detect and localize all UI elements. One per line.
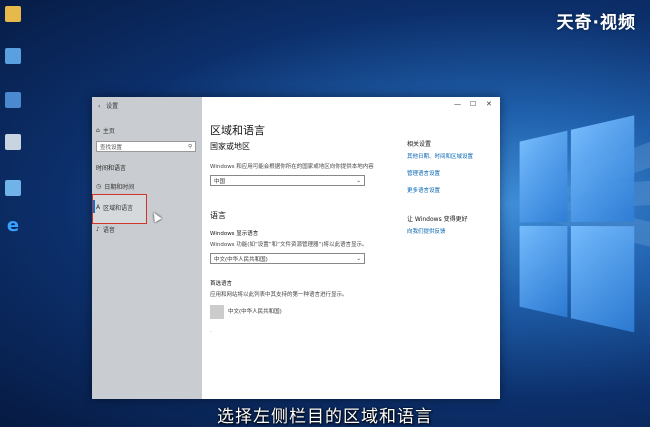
search-input[interactable]: 查找设置 ⚲: [96, 141, 196, 152]
language-list-item[interactable]: 中文(中华人民共和国): [228, 307, 282, 315]
watermark: 天奇·视频: [556, 13, 636, 33]
related-link[interactable]: 更多语言设置: [407, 186, 440, 194]
app-title: 设置: [106, 103, 119, 110]
related-link[interactable]: 管理语言设置: [407, 169, 440, 177]
subtitle-caption: 选择左侧栏目的区域和语言: [217, 407, 433, 427]
chevron-down-icon: ⌄: [356, 177, 361, 184]
home-icon: ⌂: [96, 127, 100, 134]
sidebar-item-label: 日期和时间: [104, 184, 135, 191]
language-heading: 语言: [210, 211, 226, 220]
sidebar-item-region-language[interactable]: A 区域和语言: [96, 203, 133, 212]
desktop-icon[interactable]: [2, 48, 24, 66]
search-icon: ⚲: [187, 143, 192, 150]
related-link[interactable]: 其他日期、时间和区域设置: [407, 152, 473, 160]
sidebar-item-label: 语音: [102, 227, 115, 234]
back-arrow-icon[interactable]: ‹: [98, 103, 100, 110]
desktop-icon[interactable]: [2, 6, 24, 24]
sidebar-item-speech[interactable]: ♪ 语音: [96, 225, 115, 234]
computer-icon: [5, 48, 21, 64]
main-content: — ☐ ✕ 区域和语言 国家或地区 Windows 和应用可能会根据你所在的国家…: [202, 97, 500, 399]
display-language-dropdown[interactable]: 中文(中华人民共和国) ⌄: [210, 253, 365, 264]
microphone-icon: ♪: [96, 226, 100, 233]
clock-icon: ◷: [96, 183, 102, 190]
sidebar-item-home[interactable]: ⌂ 主页: [96, 126, 115, 135]
chevron-down-icon: ⌄: [356, 255, 361, 262]
close-button[interactable]: ✕: [486, 100, 492, 108]
help-heading: 让 Windows 变得更好: [407, 216, 468, 223]
desktop-icon[interactable]: [2, 134, 24, 152]
display-language-value: 中文(中华人民共和国): [214, 256, 268, 263]
display-language-label: Windows 显示语言: [210, 231, 259, 237]
desktop-icon[interactable]: [2, 180, 24, 198]
search-placeholder: 查找设置: [100, 144, 123, 151]
sidebar-item-date-time[interactable]: ◷ 日期和时间: [96, 182, 134, 191]
ie-icon: e: [6, 215, 20, 236]
maximize-button[interactable]: ☐: [470, 100, 476, 108]
desktop-icon[interactable]: [2, 92, 24, 110]
feedback-link[interactable]: 向我们提供反馈: [407, 227, 446, 235]
country-description: Windows 和应用可能会根据你所在的国家或地区向你提供本地内容: [210, 164, 374, 170]
settings-window: ‹ 主页 设置 ⌂ 主页 查找设置 ⚲ 时间和语言 ◷ 日期和时间 A 区域和语…: [92, 97, 500, 399]
country-value: 中国: [214, 178, 226, 185]
windows-logo: [519, 115, 637, 336]
related-settings-heading: 相关设置: [407, 141, 432, 148]
country-dropdown[interactable]: 中国 ⌄: [210, 175, 365, 186]
sidebar-section-title: 时间和语言: [96, 165, 127, 172]
network-icon: [5, 92, 21, 108]
preferred-language-label: 首选语言: [210, 281, 233, 287]
sidebar-item-label: 区域和语言: [103, 205, 134, 212]
desktop-icon[interactable]: e: [2, 215, 24, 236]
page-title: 区域和语言: [210, 124, 265, 137]
recycle-bin-icon: [5, 134, 21, 150]
selection-indicator: [93, 200, 95, 213]
sidebar-item-label: 主页: [102, 128, 115, 135]
language-tile-icon: [210, 305, 224, 319]
preferred-language-description: 应用和网站将以此列表中其支持的第一种语言进行显示。: [210, 292, 348, 298]
country-heading: 国家或地区: [210, 142, 250, 151]
display-language-description: Windows 功能(如“设置”和“文件资源管理器”)将以此语言显示。: [210, 242, 368, 248]
user-folder-icon: [5, 6, 21, 22]
more-icon[interactable]: ·: [210, 329, 212, 335]
language-icon: A: [96, 204, 101, 211]
title-bar: ‹ 主页 设置: [92, 97, 202, 111]
control-panel-icon: [5, 180, 21, 196]
minimize-button[interactable]: —: [454, 100, 461, 108]
sidebar: ‹ 主页 设置 ⌂ 主页 查找设置 ⚲ 时间和语言 ◷ 日期和时间 A 区域和语…: [92, 97, 202, 399]
